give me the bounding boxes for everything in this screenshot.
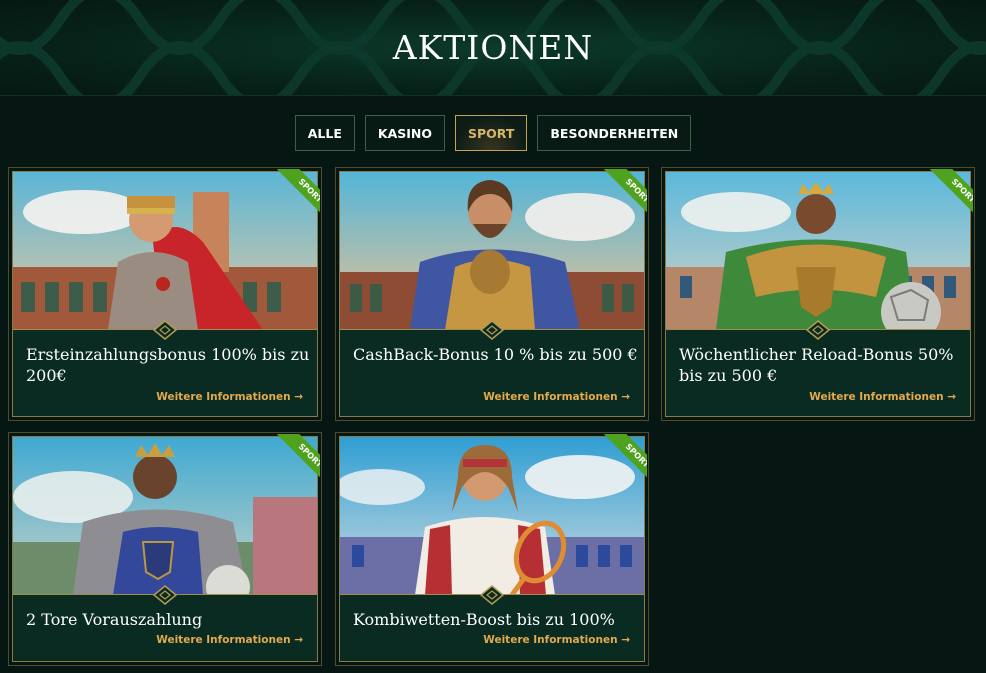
promo-card-kombiwetten-boost[interactable]: SPORT Kombiwetten-Boost bis zu 100% Weit… — [335, 432, 649, 666]
diamond-emblem-icon — [153, 320, 177, 340]
more-info-link[interactable]: Weitere Informationen → — [809, 391, 956, 403]
tab-besonderheiten[interactable]: BESONDERHEITEN — [537, 115, 692, 151]
more-info-link[interactable]: Weitere Informationen → — [483, 634, 630, 646]
promo-title: Wöchentlicher Reload-Bonus 50% bis zu 50… — [679, 345, 954, 385]
more-info-link[interactable]: Weitere Informationen → — [156, 634, 303, 646]
diamond-emblem-icon — [153, 585, 177, 605]
sport-badge: SPORT — [264, 169, 320, 225]
sport-badge: SPORT — [591, 434, 647, 490]
header-banner: AKTIONEN — [0, 0, 986, 96]
diamond-emblem-icon — [480, 585, 504, 605]
more-info-link[interactable]: Weitere Informationen → — [483, 391, 630, 403]
promo-card-2-tore-vorauszahlung[interactable]: SPORT 2 Tore Vorauszahlung Weitere Infor… — [8, 432, 322, 666]
promo-card-ersteinzahlungsbonus[interactable]: SPORT Ersteinzahlungsbonus 100% bis zu 2… — [8, 167, 322, 421]
promo-title: CashBack-Bonus 10 % bis zu 500 € — [353, 345, 638, 364]
sport-badge: SPORT — [264, 434, 320, 490]
diamond-emblem-icon — [806, 320, 830, 340]
promo-title: Kombiwetten-Boost bis zu 100% — [353, 610, 615, 629]
promo-title: Ersteinzahlungsbonus 100% bis zu 200€ — [26, 345, 310, 385]
category-tabs: ALLE KASINO SPORT BESONDERHEITEN — [0, 115, 986, 151]
tab-sport[interactable]: SPORT — [455, 115, 528, 151]
sport-badge: SPORT — [591, 169, 647, 225]
promo-card-reload-bonus[interactable]: SPORT Wöchentlicher Reload-Bonus 50% bis… — [661, 167, 975, 421]
page-title: AKTIONEN — [392, 28, 594, 67]
tab-alle[interactable]: ALLE — [294, 115, 355, 151]
more-info-link[interactable]: Weitere Informationen → — [156, 391, 303, 403]
promo-card-cashback[interactable]: SPORT CashBack-Bonus 10 % bis zu 500 € W… — [335, 167, 649, 421]
diamond-emblem-icon — [480, 320, 504, 340]
tab-kasino[interactable]: KASINO — [364, 115, 445, 151]
promo-title: 2 Tore Vorauszahlung — [26, 610, 203, 629]
sport-badge: SPORT — [917, 169, 973, 225]
